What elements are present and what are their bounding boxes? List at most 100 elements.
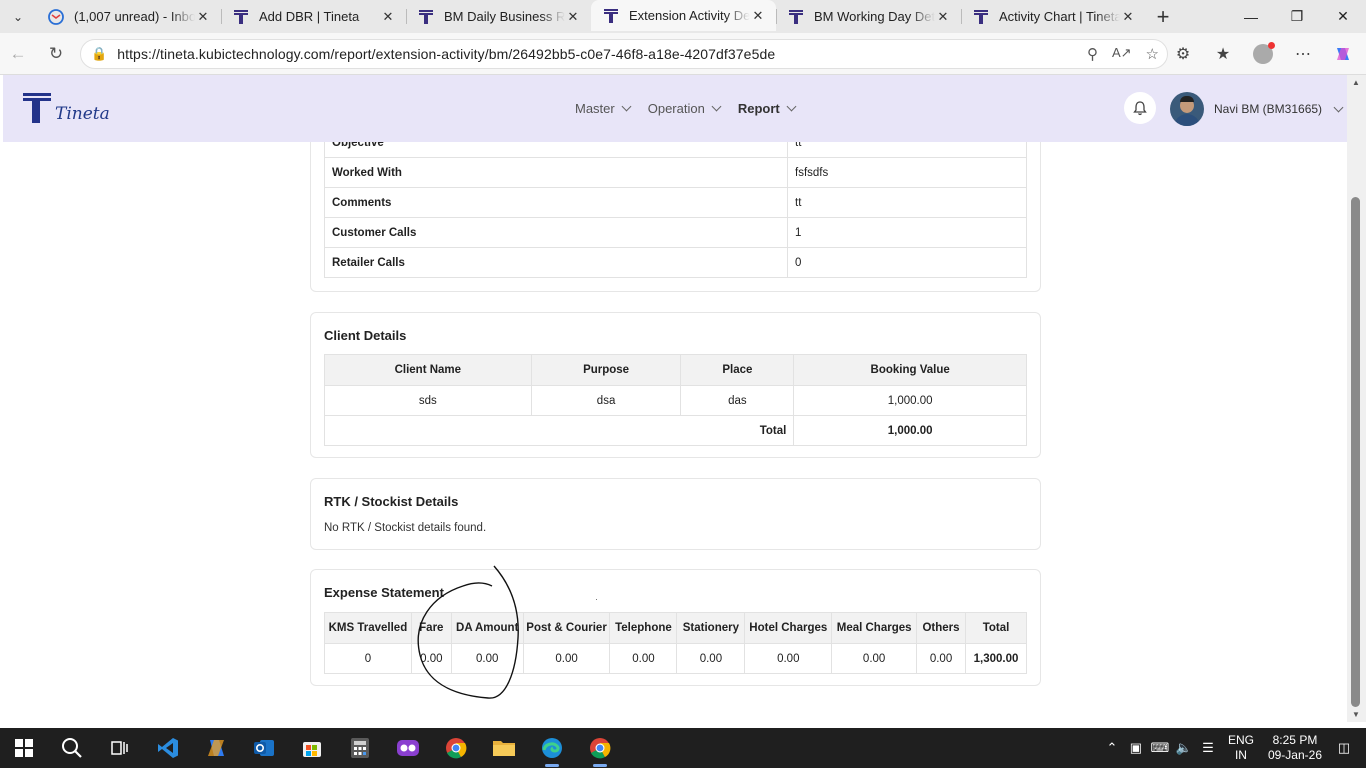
task-view-button[interactable]	[96, 728, 144, 768]
clock[interactable]: 8:25 PM 09-Jan-26	[1268, 733, 1322, 763]
stray-dot	[596, 599, 597, 600]
column-header: KMS Travelled	[324, 612, 412, 644]
address-bar[interactable]: 🔒 https://tineta.kubictechnology.com/rep…	[80, 38, 1168, 69]
minimize-button[interactable]: —	[1228, 0, 1274, 33]
windows-start-button[interactable]	[0, 728, 48, 768]
column-header: Post & Courier	[522, 612, 611, 644]
tineta-logo[interactable]: Tineta	[23, 91, 110, 125]
copilot-app[interactable]	[192, 728, 240, 768]
user-name: Navi BM (BM31665)	[1214, 102, 1323, 116]
file-explorer-app[interactable]	[480, 728, 528, 768]
browser-tab[interactable]: Activity Chart | Tineta ✕	[961, 0, 1146, 33]
favorites-icon[interactable]: ★	[1208, 39, 1238, 69]
outlook-icon	[254, 740, 274, 756]
browser-tab[interactable]: BM Working Day Detail ✕	[776, 0, 961, 33]
tineta-icon	[418, 9, 434, 25]
browser-tab[interactable]: Add DBR | Tineta ✕	[221, 0, 406, 33]
copilot-icon	[208, 740, 224, 756]
tineta-icon	[973, 9, 989, 25]
back-button[interactable]: ←	[0, 38, 36, 70]
chrome-app-2[interactable]	[576, 728, 624, 768]
wifi-icon[interactable]: ☰	[1196, 740, 1220, 756]
vscode-app[interactable]	[144, 728, 192, 768]
bell-icon	[1133, 100, 1147, 115]
close-tab-icon[interactable]: ✕	[195, 9, 211, 25]
input-method-icon[interactable]: ⌨	[1148, 740, 1172, 756]
page-scrollbar[interactable]: ▲ ▼	[1347, 75, 1366, 722]
column-header: Purpose	[530, 354, 682, 386]
scrollbar-thumb[interactable]	[1351, 197, 1360, 707]
copilot-icon[interactable]	[1328, 39, 1358, 69]
search-icon	[62, 738, 82, 758]
detail-label: Retailer Calls	[324, 247, 788, 278]
close-tab-icon[interactable]: ✕	[380, 9, 396, 25]
meet-now-icon[interactable]: ▣	[1124, 740, 1148, 756]
url-text[interactable]: https://tineta.kubictechnology.com/repor…	[117, 46, 775, 62]
detail-label: Customer Calls	[324, 217, 788, 248]
client-details-table: Client Name Purpose Place Booking Value sds…	[323, 354, 1027, 446]
detail-row: Retailer Calls 0	[324, 247, 1027, 278]
refresh-button[interactable]: ↻	[38, 38, 74, 70]
read-aloud-icon[interactable]: A↗	[1112, 45, 1132, 63]
profile-icon[interactable]	[1248, 39, 1278, 69]
table-cell: 1,300.00	[965, 643, 1027, 674]
more-menu-icon[interactable]: ⋯	[1288, 39, 1318, 69]
chrome-app[interactable]	[432, 728, 480, 768]
column-header: Telephone	[609, 612, 678, 644]
table-cell: 0.00	[916, 643, 966, 674]
table-cell: 0.00	[522, 643, 611, 674]
detail-row: Objective tt	[324, 142, 1027, 158]
close-window-button[interactable]: ✕	[1320, 0, 1366, 33]
tineta-icon	[603, 8, 619, 24]
edge-app[interactable]	[528, 728, 576, 768]
microsoft-store-app[interactable]	[288, 728, 336, 768]
chevron-down-icon	[621, 101, 632, 112]
media-app[interactable]	[384, 728, 432, 768]
close-tab-icon[interactable]: ✕	[935, 9, 951, 25]
new-tab-button[interactable]: +	[1146, 0, 1180, 33]
plus-icon: +	[1156, 3, 1170, 29]
site-info-icon[interactable]: 🔒	[91, 46, 107, 62]
close-tab-icon[interactable]: ✕	[1120, 9, 1136, 25]
nav-report[interactable]: Report	[737, 101, 797, 116]
notifications-button[interactable]	[1124, 92, 1156, 124]
user-menu[interactable]: Navi BM (BM31665)	[1170, 92, 1344, 126]
language-indicator[interactable]: ENG IN	[1228, 733, 1254, 763]
chevron-up-icon[interactable]: ⌃	[1100, 740, 1124, 756]
avatar	[1170, 92, 1204, 126]
browser-tab[interactable]: (1,007 unread) - Inbox -✕	[36, 0, 221, 33]
browser-tools: ⚙ ★ ⋯	[1168, 39, 1358, 69]
restore-button[interactable]: ❐	[1274, 0, 1320, 33]
browser-tab[interactable]: BM Daily Business Repo✕	[406, 0, 591, 33]
client-details-card: Client Details Client Name Purpose Place Bo…	[310, 312, 1041, 458]
close-tab-icon[interactable]: ✕	[565, 9, 581, 25]
media-player-icon	[397, 740, 419, 756]
brand-name: Tineta	[55, 104, 110, 124]
total-value: 1,000.00	[793, 415, 1027, 446]
nav-master[interactable]: Master	[575, 101, 632, 116]
column-header: Stationery	[676, 612, 746, 644]
calculator-app[interactable]	[336, 728, 384, 768]
detail-value: tt	[787, 142, 1027, 158]
nav-operation[interactable]: Operation	[648, 101, 722, 116]
browser-tab-title: Add DBR | Tineta	[259, 9, 360, 24]
hand-drawn-circle-annotation	[417, 565, 519, 699]
scroll-up-icon[interactable]: ▲	[1352, 78, 1360, 87]
column-header: Others	[916, 612, 966, 644]
detail-value: tt	[787, 187, 1027, 218]
search-button[interactable]	[48, 728, 96, 768]
zoom-out-icon[interactable]: ⚲	[1087, 45, 1098, 63]
volume-icon[interactable]: 🔈	[1172, 740, 1196, 756]
folder-icon	[493, 741, 515, 756]
notifications-center-icon[interactable]: ◫	[1332, 740, 1356, 756]
outlook-app[interactable]	[240, 728, 288, 768]
browser-tab[interactable]: Extension Activity Detai✕	[591, 0, 776, 31]
close-tab-icon[interactable]: ✕	[750, 8, 766, 24]
tab-actions-menu[interactable]: ⌄	[0, 0, 36, 33]
extensions-icon[interactable]: ⚙	[1168, 39, 1198, 69]
favorite-star-icon[interactable]: ☆	[1146, 45, 1159, 63]
detail-label: Worked With	[324, 157, 788, 188]
tineta-logo-icon	[23, 91, 53, 125]
nav-report-label: Report	[737, 101, 780, 116]
scroll-down-icon[interactable]: ▼	[1352, 710, 1360, 719]
